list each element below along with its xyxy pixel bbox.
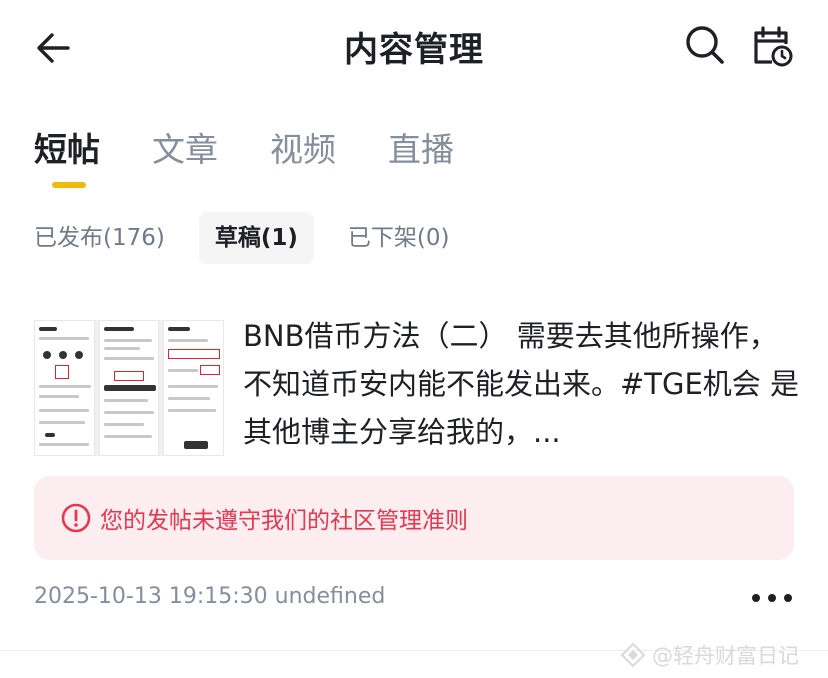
diamond-logo-icon (620, 642, 646, 668)
more-dot-icon (784, 594, 792, 602)
more-dot-icon (768, 594, 776, 602)
status-filters: 已发布(176) 草稿(1) 已下架(0) (34, 212, 483, 264)
active-tab-indicator (52, 182, 86, 188)
content-type-tabs: 短帖 文章 视频 直播 (34, 128, 506, 192)
watermark-text: @轻舟财富日记 (652, 644, 799, 668)
search-icon (686, 26, 724, 64)
tab-short-post[interactable]: 短帖 (34, 128, 100, 192)
post-timestamp: 2025-10-13 19:15:30 undefined (34, 584, 386, 609)
header: 内容管理 (0, 0, 828, 92)
filter-published[interactable]: 已发布(176) (34, 212, 181, 264)
guideline-warning-banner: 您的发帖未遵守我们的社区管理准则 (34, 476, 794, 560)
tab-label: 视频 (270, 130, 336, 169)
filter-removed[interactable]: 已下架(0) (332, 212, 466, 264)
warning-text: 您的发帖未遵守我们的社区管理准则 (100, 508, 468, 534)
exclamation-circle-icon (61, 503, 91, 533)
post-excerpt: BNB借币方法（二） 需要去其他所操作，不知道币安内能不能发出来。#TGE机会 … (243, 319, 800, 449)
tab-live[interactable]: 直播 (388, 128, 454, 192)
tab-video[interactable]: 视频 (270, 128, 336, 192)
thumbnail-screen-3 (163, 320, 224, 456)
draft-post-item[interactable]: BNB借币方法（二） 需要去其他所操作，不知道币安内能不能发出来。#TGE机会 … (34, 312, 799, 460)
thumbnail-screen-2 (98, 320, 160, 456)
tab-label: 文章 (152, 130, 218, 169)
post-thumbnail (34, 320, 224, 456)
watermark: @轻舟财富日记 (620, 640, 799, 670)
thumbnail-screen-1 (34, 320, 95, 456)
calendar-button[interactable] (750, 24, 794, 68)
more-dot-icon (752, 594, 760, 602)
calendar-clock-icon (754, 26, 793, 67)
tab-label: 直播 (388, 130, 454, 169)
search-button[interactable] (684, 24, 726, 66)
tab-article[interactable]: 文章 (152, 128, 218, 192)
more-options-button[interactable] (752, 584, 792, 612)
tab-label: 短帖 (34, 130, 100, 169)
filter-drafts[interactable]: 草稿(1) (198, 212, 314, 264)
